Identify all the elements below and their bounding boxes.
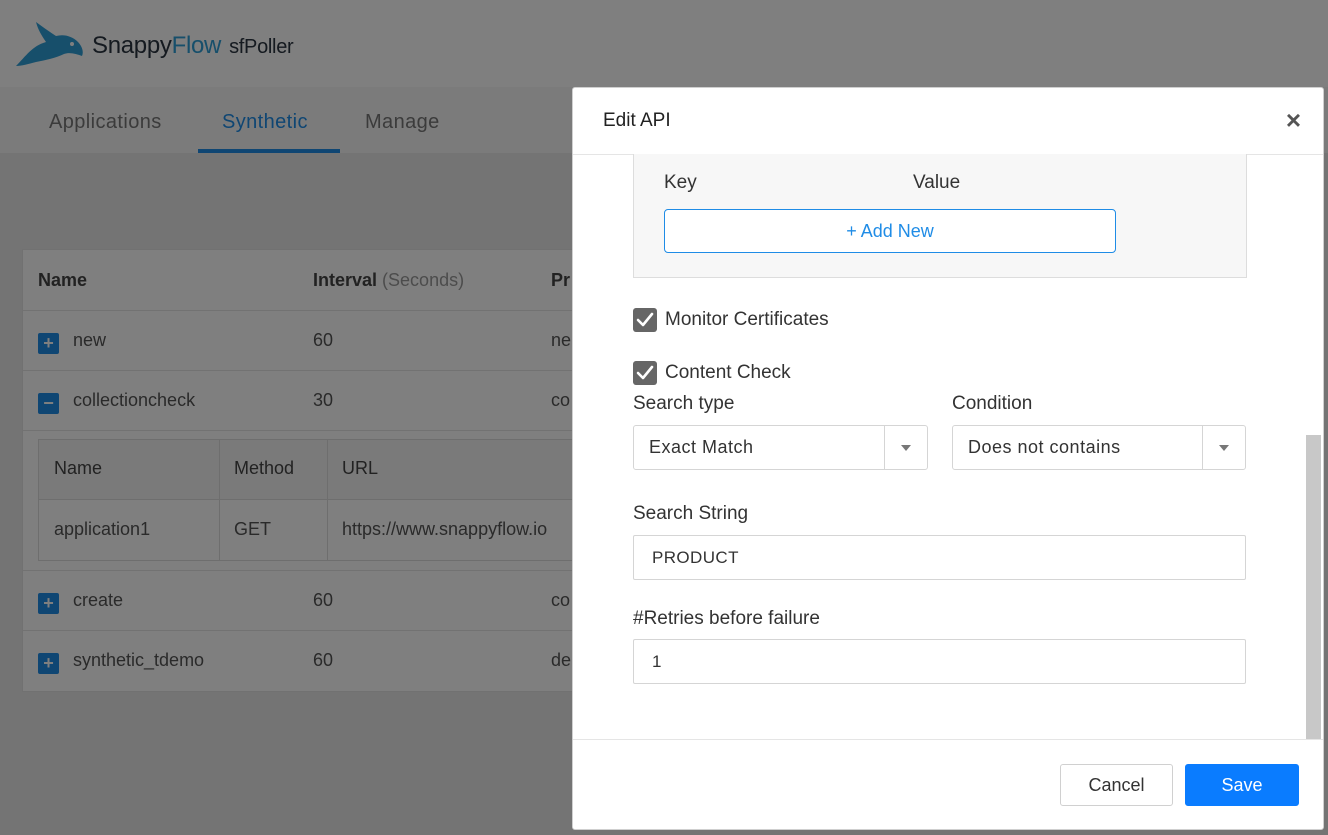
monitor-certificates-label: Monitor Certificates xyxy=(665,309,829,330)
search-type-select[interactable]: Exact Match xyxy=(633,425,928,470)
search-type-value: Exact Match xyxy=(649,437,754,457)
condition-value: Does not contains xyxy=(968,437,1121,457)
search-string-value: PRODUCT xyxy=(652,548,739,567)
chevron-down-icon xyxy=(901,445,911,451)
modal-footer: Cancel Save xyxy=(573,739,1323,829)
save-button[interactable]: Save xyxy=(1185,764,1299,806)
check-icon xyxy=(636,365,654,380)
search-type-label: Search type xyxy=(633,393,735,414)
add-new-button[interactable]: + Add New xyxy=(664,209,1116,253)
modal-header: Edit API × xyxy=(573,88,1323,155)
retries-label: #Retries before failure xyxy=(633,608,820,629)
search-string-label: Search String xyxy=(633,503,749,524)
cancel-button[interactable]: Cancel xyxy=(1060,764,1173,806)
retries-value: 1 xyxy=(652,652,662,671)
search-string-input[interactable]: PRODUCT xyxy=(633,535,1246,580)
chevron-down-icon xyxy=(1219,445,1229,451)
close-icon[interactable]: × xyxy=(1286,105,1301,135)
dropdown-toggle[interactable] xyxy=(884,426,927,469)
edit-api-modal: Edit API × Key Value + Add New Monitor C… xyxy=(572,87,1324,830)
headers-section: Key Value + Add New xyxy=(633,154,1247,278)
dropdown-toggle[interactable] xyxy=(1202,426,1245,469)
retries-input[interactable]: 1 xyxy=(633,639,1246,684)
modal-title: Edit API xyxy=(603,110,671,131)
monitor-certificates-checkbox[interactable] xyxy=(633,308,657,332)
value-label: Value xyxy=(913,172,961,193)
modal-scrollbar[interactable] xyxy=(1306,435,1321,739)
key-label: Key xyxy=(664,172,697,193)
condition-label: Condition xyxy=(952,393,1033,414)
check-icon xyxy=(636,312,654,327)
content-check-label: Content Check xyxy=(665,362,791,383)
condition-select[interactable]: Does not contains xyxy=(952,425,1246,470)
content-check-checkbox[interactable] xyxy=(633,361,657,385)
